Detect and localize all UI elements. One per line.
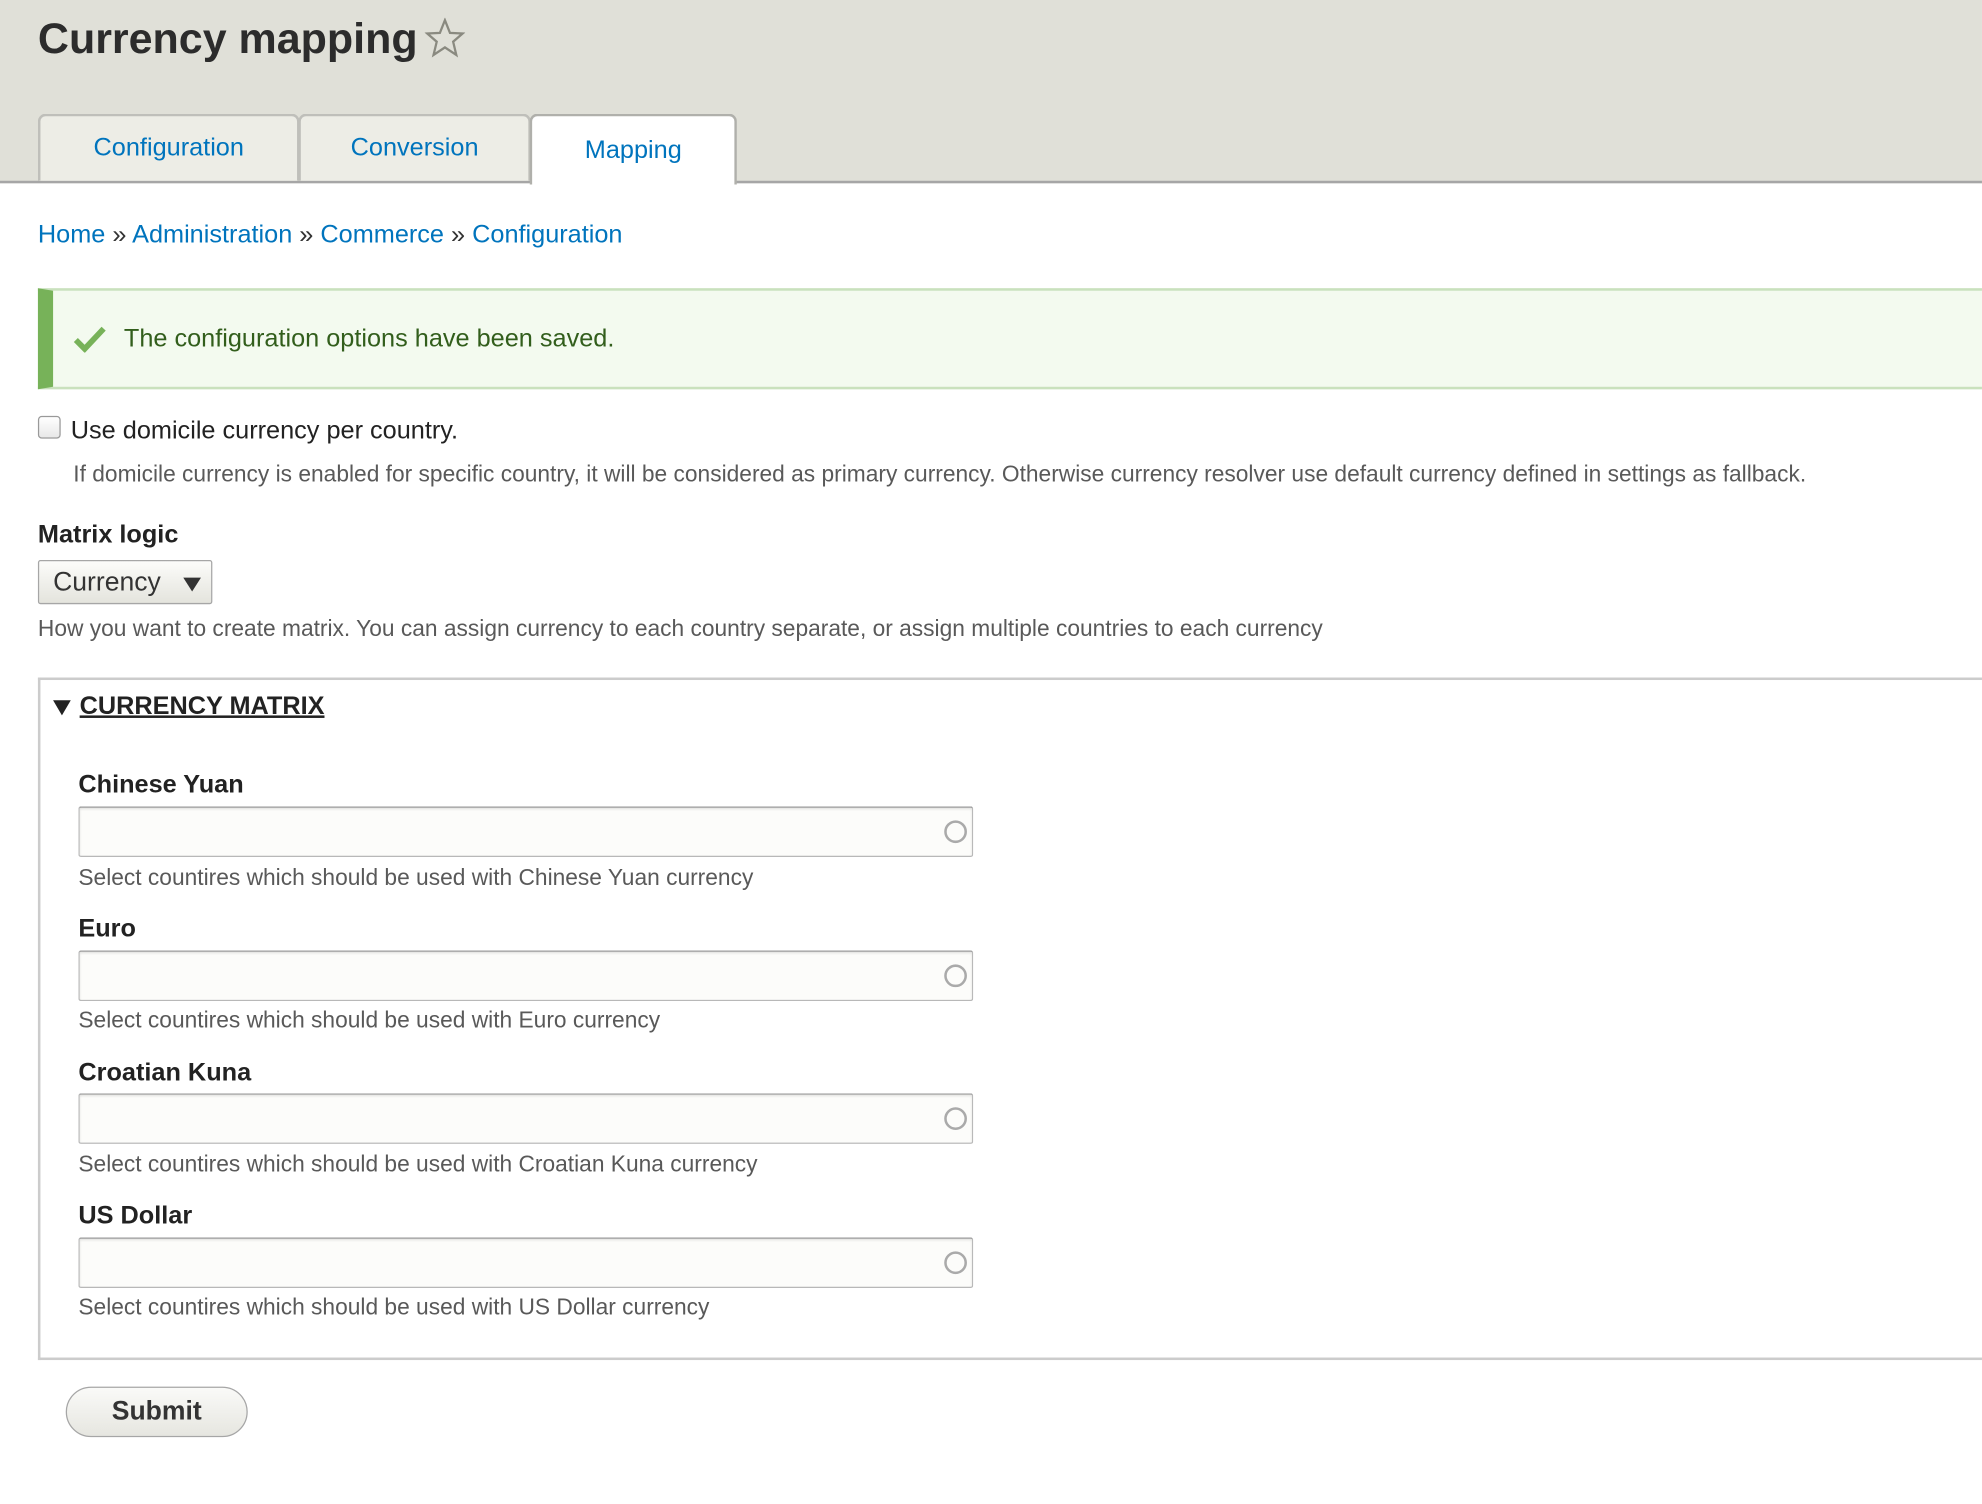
field-label: US Dollar — [78, 1202, 193, 1230]
currency-matrix-legend: CURRENCY MATRIX — [79, 692, 325, 721]
tab-configuration[interactable]: Configuration — [37, 113, 300, 181]
chevron-down-icon — [183, 577, 201, 592]
domicile-description: If domicile currency is enabled for spec… — [73, 461, 1807, 487]
breadcrumb-separator: » — [451, 221, 466, 250]
field-description: Select countires which should be used wi… — [78, 1151, 758, 1177]
matrix-logic-value: Currency — [53, 567, 161, 597]
tab-mapping[interactable]: Mapping — [529, 113, 737, 185]
croatian-kuna-autocomplete-input[interactable] — [78, 1093, 974, 1144]
submit-button[interactable]: Submit — [65, 1386, 248, 1438]
breadcrumb-home[interactable]: Home — [38, 221, 105, 249]
field-label: Croatian Kuna — [78, 1059, 252, 1088]
breadcrumb: Home » Administration » Commerce » Confi… — [38, 221, 623, 250]
matrix-logic-description: How you want to create matrix. You can a… — [37, 615, 1323, 641]
field-description: Select countires which should be used wi… — [78, 864, 754, 890]
triangle-down-icon — [53, 699, 71, 715]
domicile-checkbox[interactable] — [37, 415, 61, 439]
autocomplete-throbber-icon — [944, 820, 967, 844]
breadcrumb-administration[interactable]: Administration — [132, 221, 292, 249]
field-label: Euro — [78, 915, 136, 943]
breadcrumb-separator: » — [112, 221, 127, 250]
breadcrumb-commerce[interactable]: Commerce — [320, 221, 444, 249]
page-title: Currency mapping — [37, 15, 418, 64]
matrix-logic-label: Matrix logic — [37, 520, 179, 549]
page-header: Currency mapping Configuration Conversio… — [0, 0, 1982, 185]
star-outline-icon[interactable] — [424, 17, 466, 58]
tab-conversion[interactable]: Conversion — [298, 113, 531, 181]
us-dollar-autocomplete-input[interactable] — [78, 1237, 974, 1289]
autocomplete-throbber-icon — [944, 964, 967, 988]
chinese-yuan-autocomplete-input[interactable] — [78, 806, 974, 857]
field-description: Select countires which should be used wi… — [78, 1007, 661, 1033]
currency-matrix-toggle[interactable]: CURRENCY MATRIX — [53, 693, 324, 722]
page: Currency mapping Configuration Conversio… — [0, 0, 1982, 1504]
status-message: The configuration options have been save… — [37, 288, 1982, 390]
breadcrumb-configuration[interactable]: Configuration — [472, 221, 622, 249]
breadcrumb-separator: » — [299, 221, 314, 250]
autocomplete-throbber-icon — [944, 1251, 967, 1275]
field-label: Chinese Yuan — [78, 771, 244, 799]
field-description: Select countires which should be used wi… — [78, 1294, 710, 1320]
matrix-logic-select[interactable]: Currency — [37, 559, 213, 605]
euro-autocomplete-input[interactable] — [78, 950, 974, 1002]
status-message-text: The configuration options have been save… — [123, 324, 615, 353]
domicile-checkbox-label[interactable]: Use domicile currency per country. — [71, 417, 458, 446]
autocomplete-throbber-icon — [944, 1107, 967, 1131]
checkmark-icon — [73, 326, 106, 353]
